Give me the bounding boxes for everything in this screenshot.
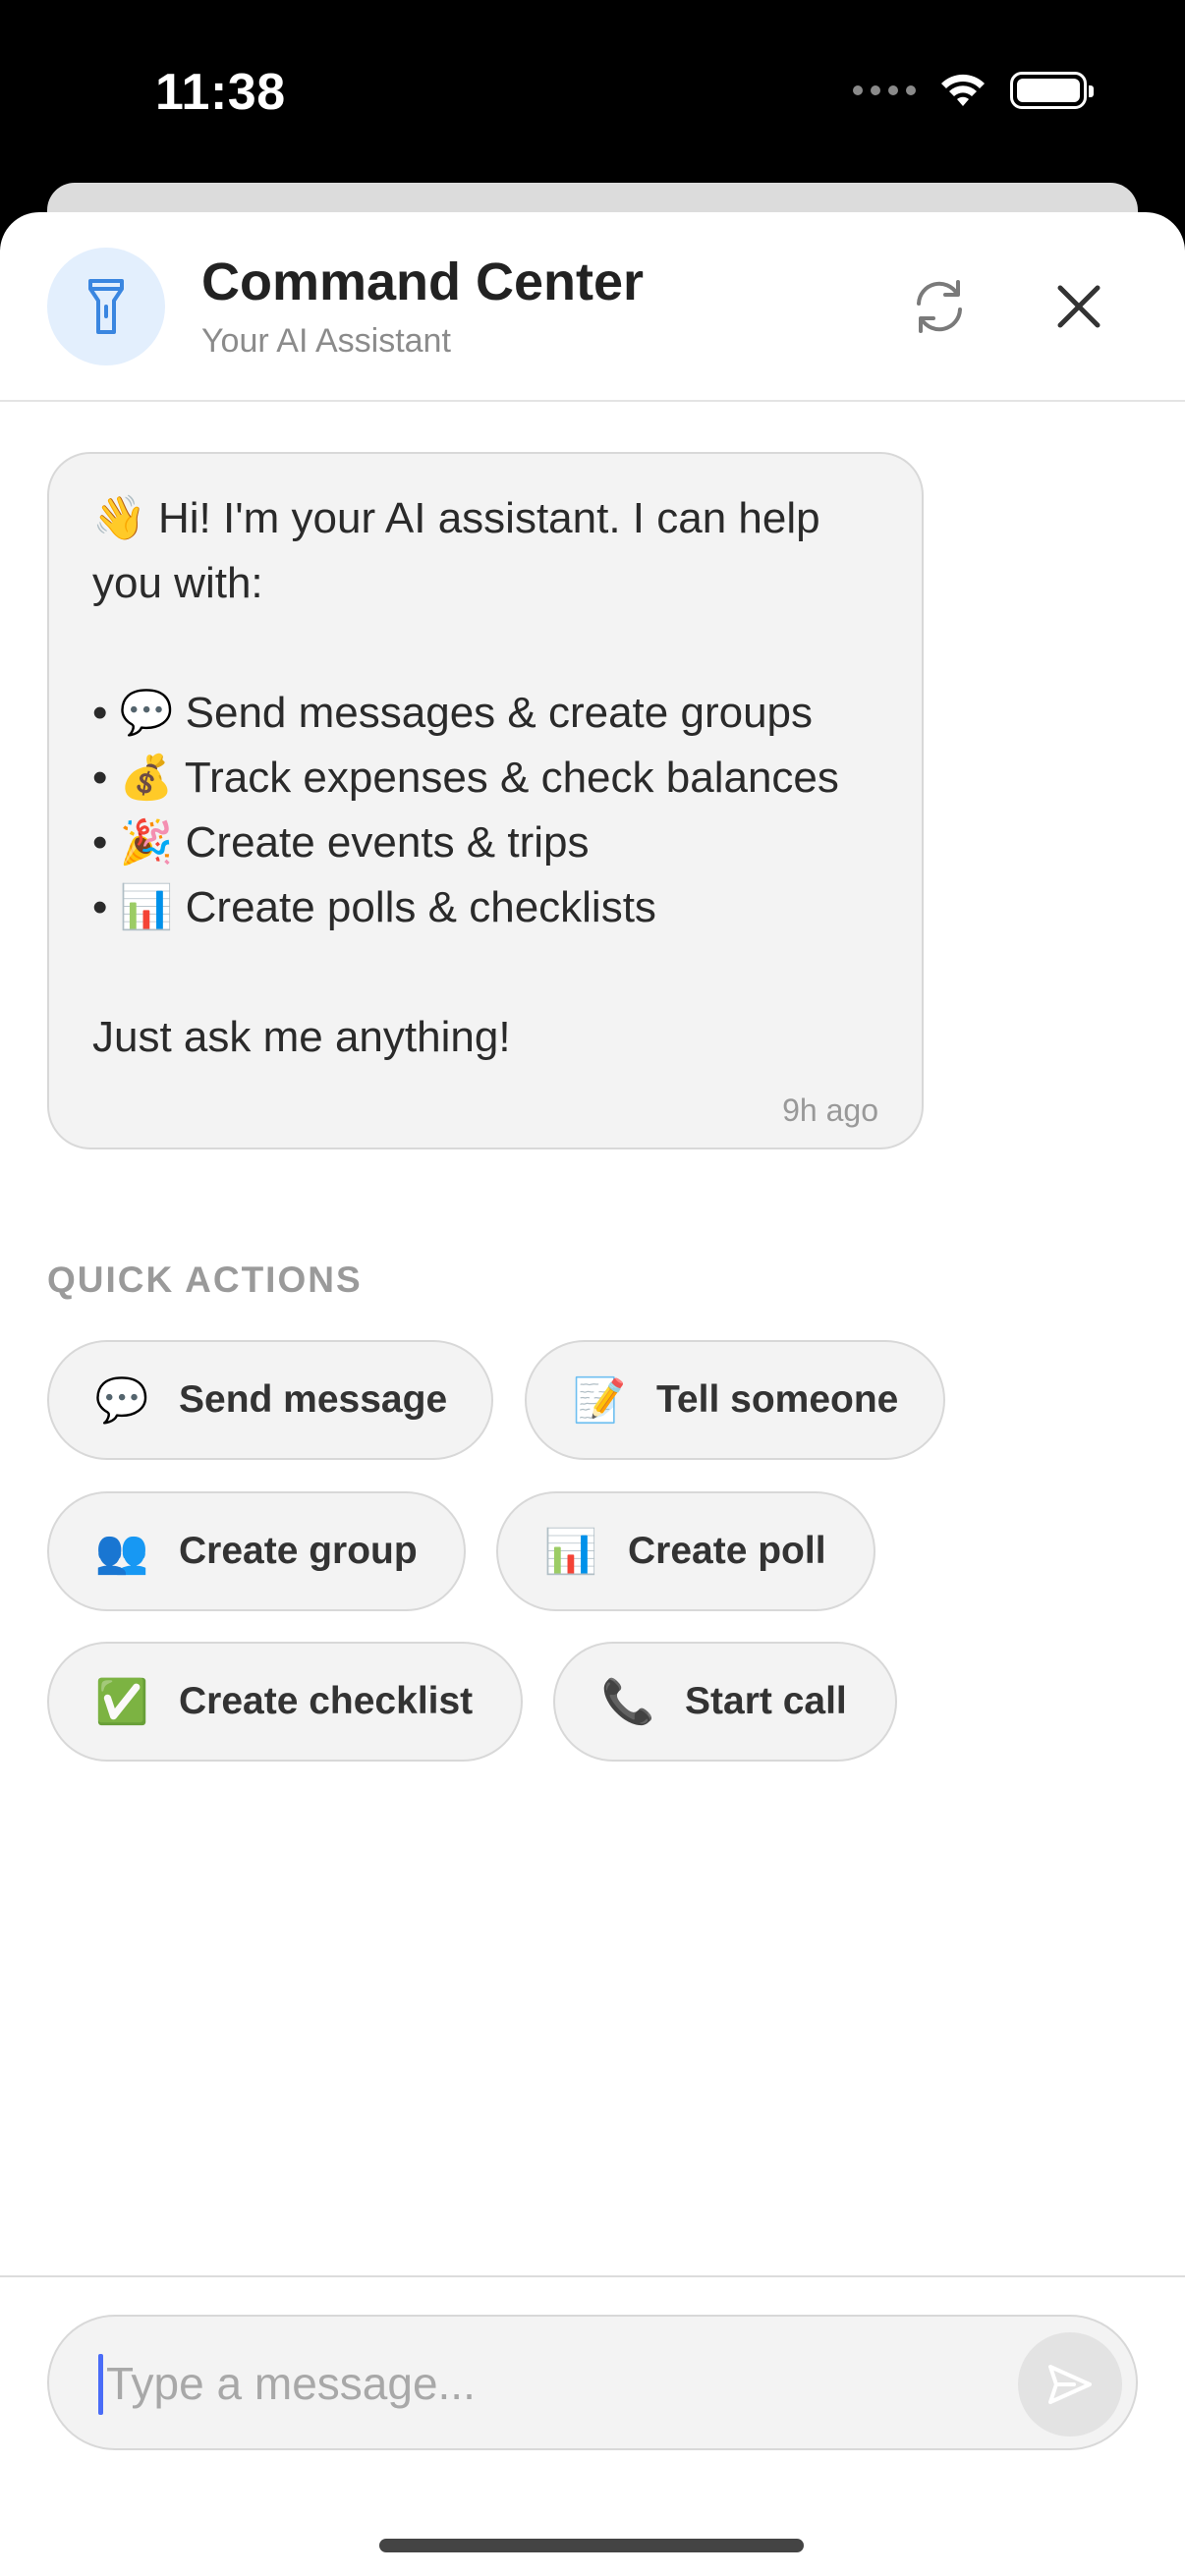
message-line: Just ask me anything! xyxy=(92,1013,511,1061)
quick-action-label: Send message xyxy=(179,1378,448,1421)
memo-icon: 📝 xyxy=(572,1375,627,1426)
quick-actions-heading: QUICK ACTIONS xyxy=(47,1260,363,1300)
status-icons xyxy=(853,71,1094,110)
assistant-sheet: Command Center Your AI Assistant 👋 Hi! I… xyxy=(0,212,1185,2576)
speech-bubble-icon: 💬 xyxy=(94,1375,149,1426)
send-icon xyxy=(1048,2365,1092,2404)
message-line: • 🎉 Create events & trips xyxy=(92,818,590,867)
page-subtitle: Your AI Assistant xyxy=(201,322,451,360)
close-button[interactable] xyxy=(1044,271,1114,342)
quick-action-start-call[interactable]: 📞 Start call xyxy=(553,1642,897,1762)
refresh-icon xyxy=(917,280,962,333)
battery-icon xyxy=(1010,72,1094,109)
phone-icon: 📞 xyxy=(600,1677,655,1727)
assistant-message-bubble: 👋 Hi! I'm your AI assistant. I can help … xyxy=(47,452,924,1149)
bar-chart-icon: 📊 xyxy=(543,1527,598,1577)
quick-action-label: Create group xyxy=(179,1530,418,1572)
message-timestamp: 9h ago xyxy=(782,1092,878,1128)
check-mark-icon: ✅ xyxy=(94,1677,149,1727)
header: Command Center Your AI Assistant xyxy=(0,212,1185,402)
quick-action-label: Create poll xyxy=(628,1530,826,1572)
wifi-icon xyxy=(941,74,985,106)
quick-action-create-poll[interactable]: 📊 Create poll xyxy=(496,1491,875,1611)
home-indicator xyxy=(379,2539,804,2552)
refresh-button[interactable] xyxy=(904,271,975,342)
text-cursor xyxy=(98,2354,103,2415)
people-icon: 👥 xyxy=(94,1527,149,1577)
quick-action-create-group[interactable]: 👥 Create group xyxy=(47,1491,466,1611)
signal-icon xyxy=(853,85,916,95)
message-line: 👋 Hi! I'm your AI assistant. I can help xyxy=(92,494,820,542)
quick-action-create-checklist[interactable]: ✅ Create checklist xyxy=(47,1642,523,1762)
flashlight-icon xyxy=(88,279,124,334)
quick-action-tell-someone[interactable]: 📝 Tell someone xyxy=(525,1340,945,1460)
message-line: you with: xyxy=(92,559,263,607)
message-line: • 📊 Create polls & checklists xyxy=(92,883,656,931)
close-icon xyxy=(1057,285,1100,328)
quick-action-send-message[interactable]: 💬 Send message xyxy=(47,1340,493,1460)
quick-action-label: Create checklist xyxy=(179,1680,474,1722)
page-title: Command Center xyxy=(201,252,645,311)
status-bar: 11:38 xyxy=(0,0,1185,187)
message-line: • 💰 Track expenses & check balances xyxy=(92,754,839,802)
composer-divider xyxy=(0,2275,1185,2277)
quick-action-label: Tell someone xyxy=(656,1378,899,1421)
quick-action-label: Start call xyxy=(685,1680,847,1722)
assistant-avatar xyxy=(47,248,165,365)
send-button[interactable] xyxy=(1018,2332,1122,2436)
message-input[interactable] xyxy=(106,2346,951,2421)
status-time: 11:38 xyxy=(155,64,286,121)
message-composer xyxy=(47,2315,1138,2450)
message-line: • 💬 Send messages & create groups xyxy=(92,689,814,737)
